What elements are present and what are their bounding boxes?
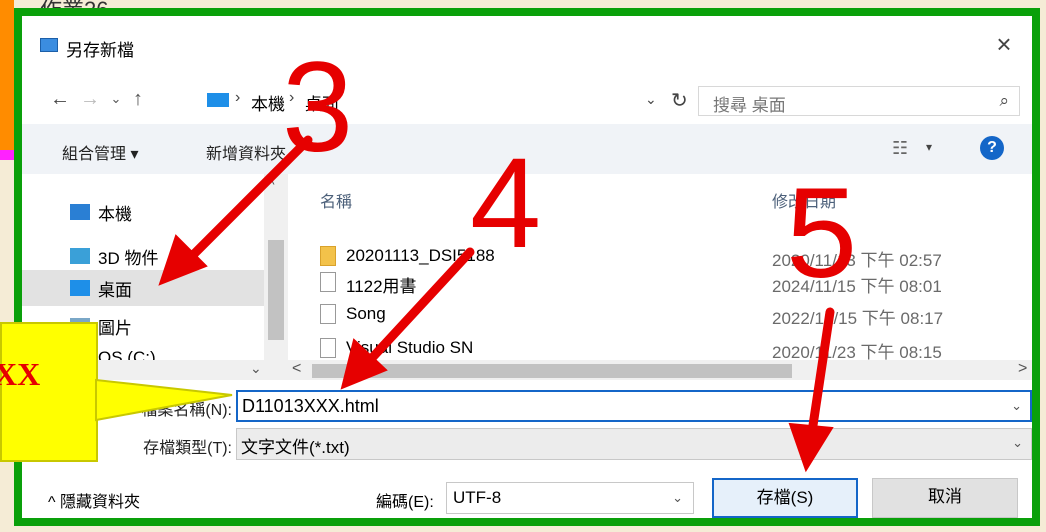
address-bar[interactable]: › 本機 › 桌面 ⌄ ↻ [202,86,690,114]
annotation-callout: XX [0,322,98,462]
help-icon[interactable]: ? [980,136,1004,160]
cube-icon [70,248,90,264]
callout-text: XX [0,356,41,392]
chevron-left-icon[interactable]: < [292,360,301,378]
new-folder-button[interactable]: 新增資料夾 [206,140,286,164]
file-name: 1122用書 [346,277,417,296]
annotation-step-5: 5 [786,162,858,305]
encoding-label: 編碼(E): [376,494,434,511]
search-placeholder: 搜尋 桌面 [713,96,786,115]
filename-input[interactable]: D11013XXX.html ⌄ [236,390,1032,422]
chevron-down-icon[interactable]: ⌄ [672,490,683,506]
dialog-titlebar: 另存新檔 × [22,16,1032,76]
chevron-right-icon[interactable]: > [1018,360,1027,378]
sidebar-item-desktop[interactable]: 桌面 [22,270,264,306]
search-input[interactable]: 搜尋 桌面 ⌕ [698,86,1020,116]
file-name: Song [346,304,386,323]
document-icon [320,272,336,292]
computer-icon [70,204,90,220]
sidebar-scrollbar[interactable]: ^ [264,174,288,362]
encoding-value: UTF-8 [453,488,502,507]
breadcrumb-separator: › [235,89,241,106]
chevron-up-icon[interactable]: ^ [268,176,275,192]
list-item[interactable]: Song 2022/12/15 下午 08:17 [290,300,1030,330]
organize-menu[interactable]: 組合管理 ▾ [62,140,138,164]
refresh-icon[interactable]: ↻ [671,88,688,113]
filename-row: 檔案名稱(N): D11013XXX.html ⌄ [22,388,1032,424]
search-icon[interactable]: ⌕ [999,91,1009,111]
desktop-icon [70,280,90,296]
forward-button[interactable]: → [78,86,102,112]
filetype-row: 存檔類型(T): 文字文件(*.txt) ⌄ [22,426,1032,462]
document-icon [320,304,336,324]
sidebar-item-this-pc[interactable]: 本機 [48,194,288,230]
filename-value: D11013XXX.html [242,396,379,416]
sidebar-item-label: 本機 [98,205,132,224]
close-button[interactable]: × [990,30,1018,58]
horizontal-scrollbar[interactable]: ⌄ < > [22,360,1032,380]
folder-icon [320,246,336,266]
chevron-down-icon[interactable]: ⌄ [1012,435,1023,451]
file-list: 名稱 修改日期 20201113_DSI5188 2020/11/13 下午 0… [290,174,1030,362]
breadcrumb-this-pc[interactable]: 本機 [251,90,285,115]
chevron-down-icon[interactable]: ⌄ [645,91,657,108]
dialog-footer: ^ 隱藏資料夾 編碼(E): UTF-8 ⌄ 存檔(S) 取消 [22,474,1032,518]
filetype-value: 文字文件(*.txt) [241,438,350,457]
up-button[interactable]: ↑ [126,86,150,112]
view-options-icon[interactable]: ☷ [892,138,908,159]
chevron-down-icon[interactable]: ⌄ [250,360,262,377]
sidebar-item-label: 3D 物件 [98,249,159,268]
scrollbar-thumb[interactable] [312,364,792,378]
annotation-step-3: 3 [282,36,354,179]
back-button[interactable]: ← [48,86,72,112]
chevron-down-icon[interactable]: ▾ [926,140,932,154]
recent-locations-button[interactable]: ⌄ [104,86,128,112]
chevron-down-icon[interactable]: ⌄ [1011,398,1022,414]
scrollbar-thumb[interactable] [268,240,284,340]
filetype-select[interactable]: 文字文件(*.txt) ⌄ [236,428,1032,460]
sidebar-item-label: 圖片 [98,319,132,338]
annotation-step-4: 4 [470,132,542,275]
encoding-select[interactable]: UTF-8 ⌄ [446,482,694,514]
document-icon [320,338,336,358]
notepad-icon [40,38,58,52]
column-header-name[interactable]: 名稱 [320,188,352,212]
list-item[interactable]: 1122用書 2024/11/15 下午 08:01 [290,268,1030,298]
navigation-bar: ← → ⌄ ↑ › 本機 › 桌面 ⌄ ↻ 搜尋 桌面 ⌕ [22,80,1032,120]
sidebar-item-3d-objects[interactable]: 3D 物件 [48,238,288,274]
sidebar-item-label: 桌面 [98,281,132,300]
hide-folders-toggle[interactable]: ^ 隱藏資料夾 [48,488,140,512]
cancel-button[interactable]: 取消 [872,478,1018,518]
background-orange-strip [0,0,14,150]
save-button[interactable]: 存檔(S) [712,478,858,518]
file-name: Visual Studio SN [346,338,474,357]
desktop-icon [207,93,229,107]
file-date: 2022/12/15 下午 08:17 [772,309,944,328]
dialog-title: 另存新檔 [66,41,134,60]
